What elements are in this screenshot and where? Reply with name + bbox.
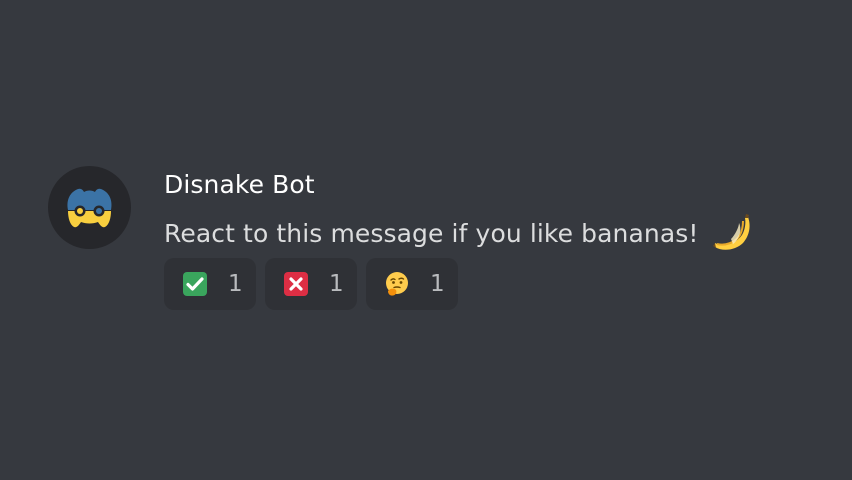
discord-chat-view: Disnake Bot React to this message if you…	[0, 0, 852, 480]
avatar[interactable]	[48, 166, 131, 249]
cross-mark-icon	[283, 271, 309, 297]
reaction-count: 1	[228, 271, 243, 297]
banana-icon	[709, 213, 753, 253]
reaction-thinking[interactable]: 1	[366, 258, 458, 310]
reaction-count: 1	[430, 271, 445, 297]
disnake-logo-icon	[67, 188, 112, 228]
check-mark-icon	[182, 271, 208, 297]
message-body: React to this message if you like banana…	[164, 213, 753, 253]
message-author[interactable]: Disnake Bot	[164, 170, 315, 199]
message-text: React to this message if you like banana…	[164, 218, 699, 248]
thinking-face-icon	[384, 271, 410, 297]
reaction-count: 1	[329, 271, 344, 297]
reaction-check[interactable]: 1	[164, 258, 256, 310]
reaction-cross[interactable]: 1	[265, 258, 357, 310]
reaction-bar: 1 1 1	[164, 258, 458, 310]
